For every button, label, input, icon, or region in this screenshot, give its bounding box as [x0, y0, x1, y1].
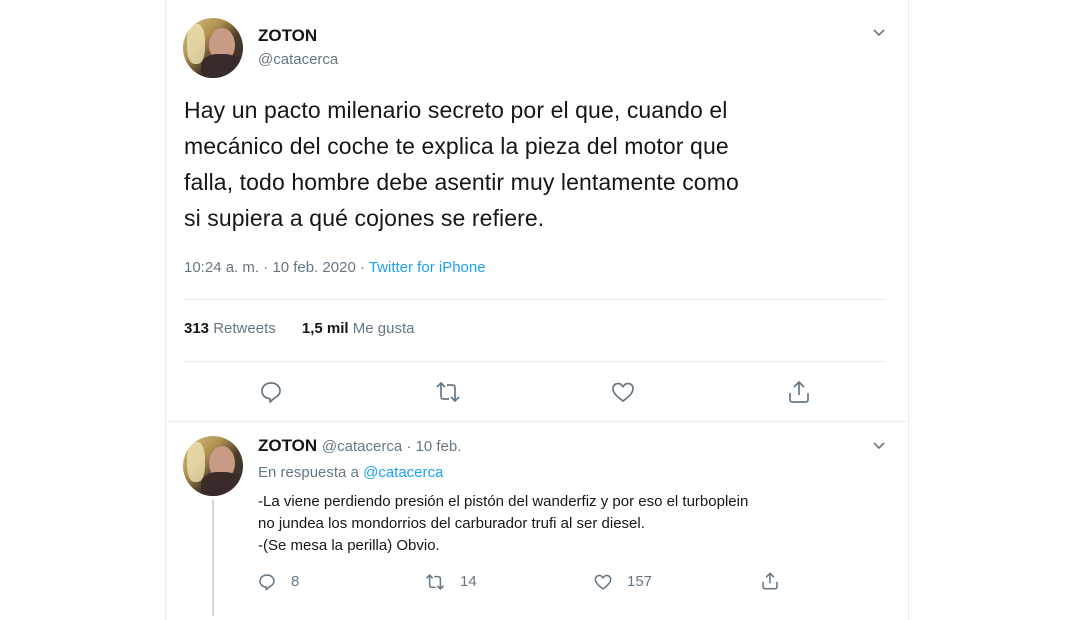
- retweets-count: 313: [184, 320, 210, 337]
- reply-text-line: no jundea los mondorrios del carburador …: [258, 515, 645, 532]
- reply-header: ZOTON @catacerca · 10 feb.: [258, 436, 461, 456]
- reply-text-line: -(Se mesa la perilla) Obvio.: [258, 537, 440, 554]
- tweet-text: Hay un pacto milenario secreto por el qu…: [184, 92, 884, 236]
- author-name[interactable]: ZOTON: [258, 26, 317, 46]
- avatar[interactable]: [183, 18, 243, 78]
- share-icon[interactable]: [760, 571, 780, 591]
- share-icon[interactable]: [786, 379, 812, 405]
- tweet-text-line: falla, todo hombre debe asentir muy lent…: [184, 169, 739, 195]
- likes-stat[interactable]: 1,5 mil Me gusta: [302, 320, 415, 337]
- likes-label: Me gusta: [352, 320, 415, 337]
- reply-icon[interactable]: [258, 379, 284, 405]
- tweet-source[interactable]: Twitter for iPhone: [369, 259, 486, 276]
- retweets-stat[interactable]: 313 Retweets: [184, 320, 276, 337]
- tweet-stats: 313 Retweets 1,5 mil Me gusta: [184, 320, 414, 337]
- retweet-icon[interactable]: [425, 572, 445, 592]
- tweet-text-line: mecánico del coche te explica la pieza d…: [184, 133, 729, 159]
- retweet-count: 14: [460, 573, 477, 590]
- in-reply-to: En respuesta a @catacerca: [258, 464, 443, 481]
- in-reply-prefix: En respuesta a: [258, 464, 364, 481]
- like-count: 157: [627, 573, 653, 590]
- chevron-down-icon[interactable]: [871, 25, 887, 41]
- tweet-timestamp[interactable]: 10:24 a. m. · 10 feb. 2020 ·: [184, 259, 369, 276]
- author-handle[interactable]: @catacerca: [258, 51, 338, 68]
- likes-count: 1,5 mil: [301, 320, 349, 337]
- tweet-text-line: Hay un pacto milenario secreto por el qu…: [184, 97, 728, 123]
- divider: [165, 421, 907, 422]
- chevron-down-icon[interactable]: [871, 438, 887, 454]
- divider: [184, 299, 886, 300]
- in-reply-mention[interactable]: @catacerca: [363, 464, 443, 481]
- reply-count: 8: [291, 573, 300, 590]
- reply-text-line: -La viene perdiendo presión el pistón de…: [258, 493, 749, 510]
- reply-avatar[interactable]: [183, 436, 243, 496]
- thread-line: [212, 500, 214, 616]
- reply-text: -La viene perdiendo presión el pistón de…: [258, 491, 888, 557]
- retweet-icon[interactable]: [435, 379, 461, 405]
- heart-icon[interactable]: [610, 379, 636, 405]
- retweets-label: Retweets: [213, 320, 276, 337]
- divider: [184, 361, 886, 362]
- reply-handle-date[interactable]: @catacerca · 10 feb.: [322, 438, 461, 455]
- tweet-meta: 10:24 a. m. · 10 feb. 2020 · Twitter for…: [184, 259, 486, 276]
- reply-icon[interactable]: [257, 572, 277, 592]
- tweet-text-line: si supiera a qué cojones se refiere.: [184, 205, 545, 231]
- heart-icon[interactable]: [593, 572, 613, 592]
- reply-author-name[interactable]: ZOTON: [258, 436, 317, 455]
